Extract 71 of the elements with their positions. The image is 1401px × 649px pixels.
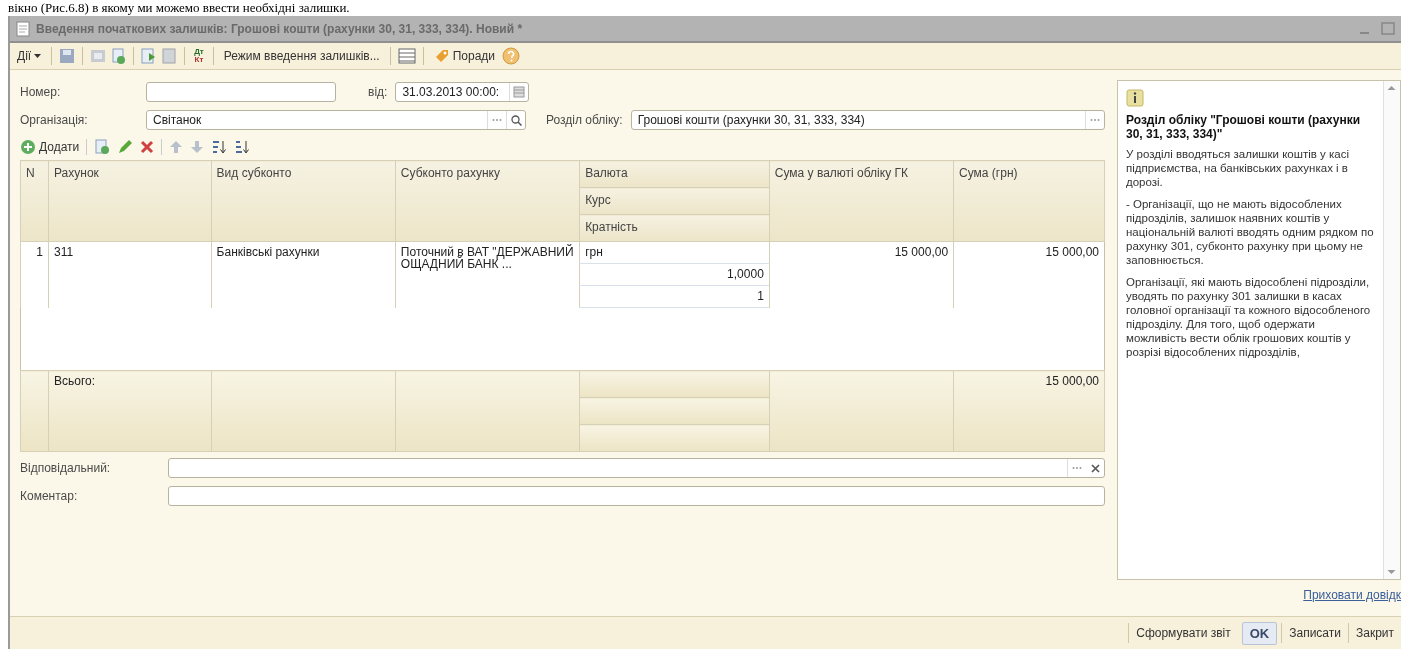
column-header[interactable]: Сума у валюті обліку ГК <box>769 160 954 242</box>
column-header[interactable]: Курс <box>579 187 770 215</box>
comment-field[interactable] <box>168 486 1105 506</box>
document-icon[interactable] <box>90 48 107 64</box>
help-paragraph: - Організації, що не мають відособлених підрозділів, залишок наявних коштів у національній валюті вводять одним рядком по рахунку 301, субконто рахунку при цьому не заповнюється. <box>1126 197 1375 267</box>
section-label: Розділ обліку: <box>546 113 623 127</box>
column-header[interactable]: Валюта <box>579 160 770 188</box>
currency-cell: грн <box>579 241 770 264</box>
pencil-icon[interactable] <box>117 139 134 155</box>
actions-menu[interactable]: Дії <box>14 47 45 65</box>
list-icon[interactable] <box>397 48 416 64</box>
maximize-icon[interactable] <box>1381 22 1395 35</box>
footer-button[interactable]: Закрит <box>1347 623 1401 643</box>
help-title: Розділ обліку "Грошові кошти (рахунки 30, 31, 333, 334)" <box>1126 113 1362 141</box>
column-header[interactable]: Субконто рахунку <box>395 160 580 242</box>
account-cell: 311 <box>48 241 212 308</box>
sort-descending-icon[interactable] <box>234 139 251 155</box>
save-icon[interactable] <box>59 48 76 64</box>
row-number: 1 <box>20 241 49 308</box>
plus-icon <box>20 139 36 155</box>
column-header[interactable]: Рахунок <box>48 160 212 242</box>
document-icon <box>16 20 30 37</box>
comment-label: Коментар: <box>20 489 79 503</box>
amount-cell: 15 000,00 <box>953 241 1105 308</box>
hide-help-link[interactable]: Приховати довідк <box>1303 588 1401 602</box>
footer-button[interactable]: Сформувати звіт <box>1128 623 1238 643</box>
subconto-cell: Поточний в ВАТ "ДЕРЖАВНИЙ ОЩАДНИЙ БАНК ... <box>395 241 580 308</box>
help-paragraph: У розділі вводяться залишки коштів у касі підприємства, на банківських рахунках і в дорозі. <box>1126 147 1351 189</box>
date-field[interactable]: 31.03.2013 00:00: <box>395 82 530 102</box>
arrow-down-icon[interactable] <box>190 140 205 154</box>
debit-credit-button[interactable]: Дт Кт <box>192 48 206 64</box>
section-field[interactable]: Грошові кошти (рахунки 30, 31, 333, 334) <box>630 110 1105 130</box>
window-title: Введення початкових залишків: Грошові кошти (рахунки 30, 31, 333, 334). Новий * <box>36 21 523 36</box>
arrow-up-icon[interactable] <box>169 140 184 154</box>
column-header[interactable]: Сума (грн) <box>953 160 1105 242</box>
caret-icon <box>34 54 42 58</box>
column-header[interactable]: N <box>20 160 49 242</box>
sort-ascending-icon[interactable] <box>211 139 228 155</box>
ellipsis-icon[interactable] <box>1090 118 1100 122</box>
copy-icon[interactable] <box>94 139 111 155</box>
ellipsis-icon[interactable] <box>492 118 502 122</box>
info-icon <box>1126 89 1144 107</box>
organization-field[interactable]: Світанок <box>146 110 526 130</box>
responsible-field[interactable] <box>168 458 1105 478</box>
delete-icon[interactable] <box>140 140 155 154</box>
date-label: від: <box>368 85 388 99</box>
number-label: Номер: <box>20 85 62 99</box>
total-label: Всього: <box>48 370 212 452</box>
clear-icon[interactable] <box>1090 463 1100 473</box>
help-icon[interactable] <box>502 47 521 65</box>
calendar-icon[interactable] <box>513 86 526 98</box>
total-amount: 15 000,00 <box>953 370 1105 452</box>
amount-cell: 15 000,00 <box>769 241 954 308</box>
subconto-kind-cell: Банківські рахунки <box>211 241 396 308</box>
search-icon[interactable] <box>510 114 522 126</box>
caption-text: вікно (Рис.6.8) в якому ми можемо ввести необхідні залишки. <box>7 0 350 15</box>
help-paragraph: Організації, які мають відособлені підрозділи, уводять по рахунку 301 залишки в касах головної організації та кожного відособленого підрозділу. Для того, щоб одержати можливість вести облік грошових коштів у розрізі відособлених підрозділів, <box>1126 275 1372 359</box>
ok-button[interactable]: OK <box>1241 621 1278 645</box>
responsible-label: Відповідальний: <box>20 461 112 475</box>
number-field[interactable] <box>146 82 336 102</box>
mode-button[interactable]: Режим введення залишків... <box>220 47 383 65</box>
footer-button[interactable]: Записати <box>1281 623 1348 643</box>
add-button[interactable]: Додати <box>20 139 80 155</box>
multiplicity-cell: 1 <box>579 285 770 308</box>
column-header[interactable]: Вид субконто <box>211 160 396 242</box>
column-header[interactable]: Кратність <box>579 214 770 242</box>
ellipsis-icon[interactable] <box>1072 466 1082 470</box>
copy-icon[interactable] <box>110 48 127 64</box>
tips-button[interactable]: Поради <box>430 46 499 66</box>
organization-label: Організація: <box>20 113 89 127</box>
rate-cell: 1,0000 <box>579 263 770 286</box>
